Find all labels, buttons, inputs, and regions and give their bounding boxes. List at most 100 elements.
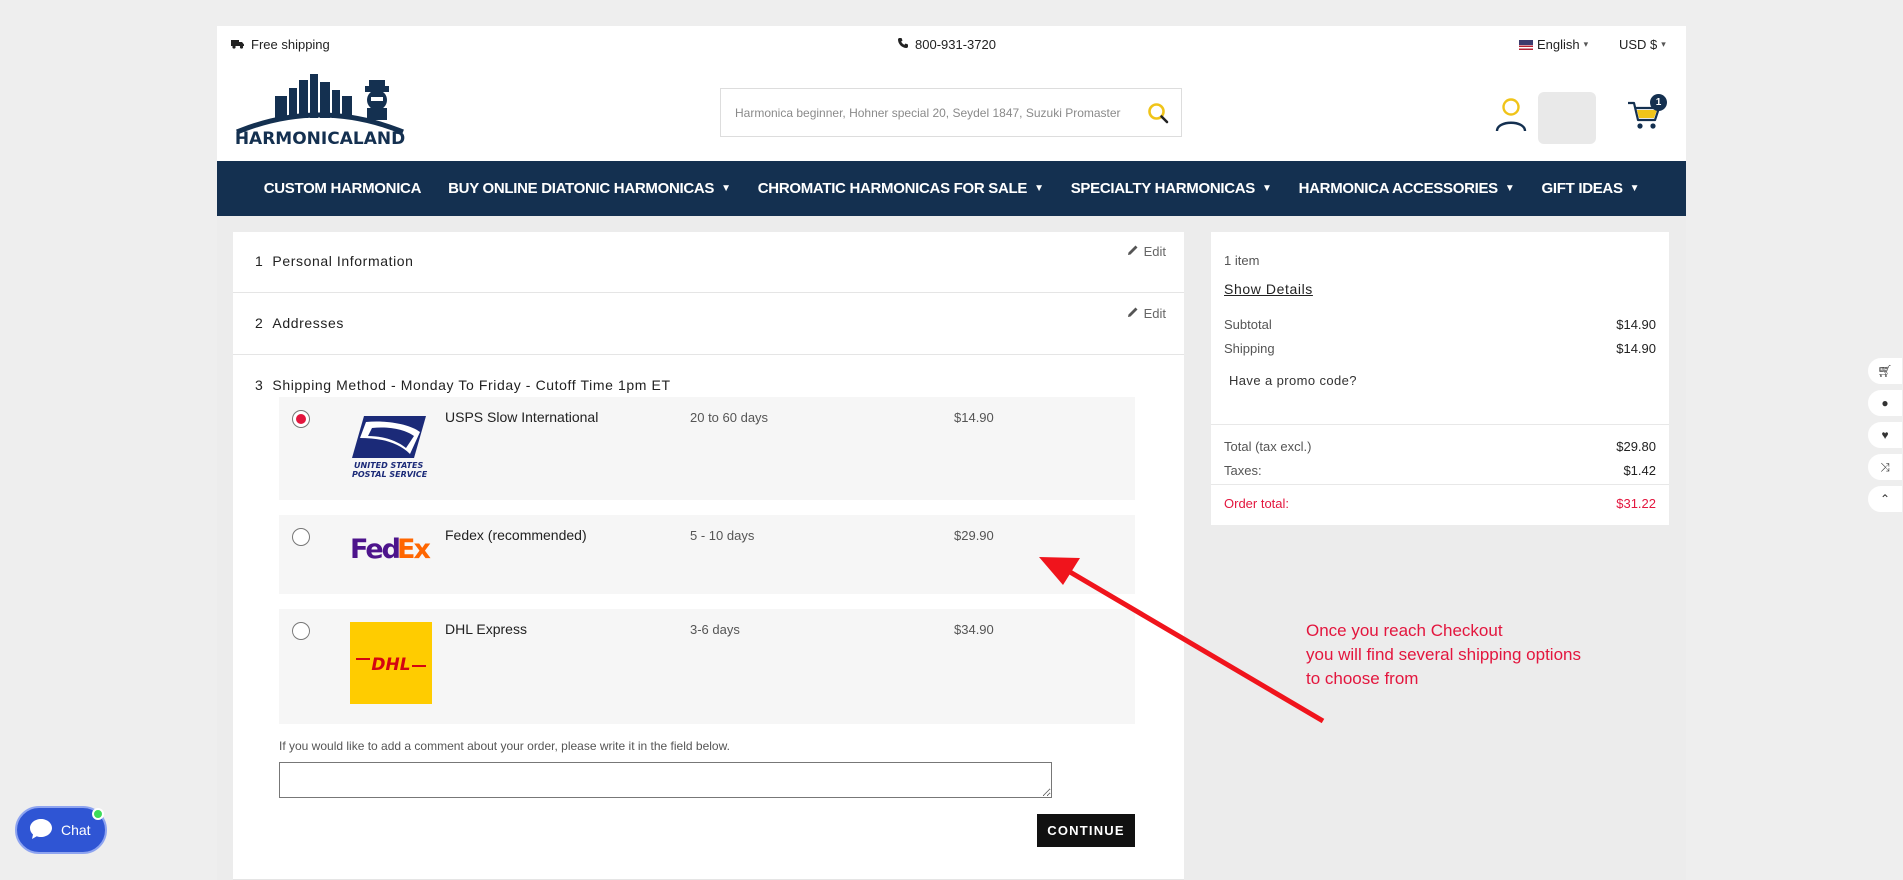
continue-button[interactable]: CONTINUE	[1037, 814, 1135, 847]
shipping-radio-fedex[interactable]	[292, 528, 310, 546]
step-addresses: 2 Addresses Edit	[233, 293, 1184, 355]
step-shipping-method: 3 Shipping Method - Monday To Friday - C…	[233, 355, 1184, 880]
svg-text:Fed: Fed	[350, 534, 400, 563]
site-header: Free shipping 800-931-3720 English ▾ USD…	[217, 26, 1686, 161]
chevron-up-icon: ⌃	[1879, 492, 1891, 506]
step-label: Addresses	[272, 315, 344, 331]
truck-icon	[231, 37, 245, 52]
shipping-label: Shipping	[1224, 341, 1275, 356]
nav-label: HARMONICA ACCESSORIES	[1298, 180, 1499, 197]
edit-addresses-button[interactable]: Edit	[1127, 306, 1166, 321]
side-cart-button[interactable]: 🛒︎	[1867, 357, 1903, 385]
shipping-option-days: 5 - 10 days	[690, 528, 755, 543]
account-button[interactable]	[1494, 96, 1528, 132]
order-total-label: Order total:	[1224, 496, 1290, 511]
shipping-option-days: 20 to 60 days	[690, 410, 769, 425]
svg-text:Ex: Ex	[397, 534, 430, 563]
step-title: 3 Shipping Method - Monday To Friday - C…	[255, 377, 671, 393]
order-comment-textarea[interactable]	[279, 762, 1052, 798]
nav-item-diatonic[interactable]: BUY ONLINE DIATONIC HARMONICAS ▼	[448, 180, 731, 197]
nav-label: CUSTOM HARMONICA	[263, 180, 422, 197]
phone-icon	[897, 37, 909, 52]
annotation-line: you will find several shipping options	[1306, 645, 1581, 664]
side-wishlist-button[interactable]: ♥	[1867, 421, 1903, 449]
annotation-line: to choose from	[1306, 669, 1419, 688]
side-toolbar: 🛒︎ ● ♥ ⤨ ⌃	[1867, 357, 1903, 517]
phone-number: 800-931-3720	[915, 37, 996, 52]
promo-code-link[interactable]: Have a promo code?	[1229, 373, 1357, 388]
cart-icon: 🛒︎	[1877, 364, 1893, 378]
search-input[interactable]	[735, 101, 1135, 125]
language-label: English	[1537, 37, 1580, 52]
side-account-button[interactable]: ●	[1867, 389, 1903, 417]
annotation-text: Once you reach Checkout you will find se…	[1306, 619, 1581, 691]
shipping-option-name: DHL Express	[445, 621, 527, 637]
usps-logo: UNITED STATES POSTAL SERVICE	[350, 414, 430, 485]
search-bar	[720, 88, 1182, 137]
cart-count-badge: 1	[1650, 94, 1667, 111]
nav-item-gift-ideas[interactable]: GIFT IDEAS ▼	[1542, 180, 1640, 197]
step-label: Shipping Method - Monday To Friday - Cut…	[272, 377, 671, 393]
order-total-row: Order total: $31.22	[1224, 496, 1656, 511]
nav-label: GIFT IDEAS	[1541, 180, 1623, 197]
summary-divider	[1211, 484, 1669, 485]
taxes-label: Taxes:	[1224, 463, 1262, 478]
summary-divider	[1211, 424, 1669, 425]
nav-label: SPECIALTY HARMONICAS	[1070, 180, 1256, 197]
side-scroll-top-button[interactable]: ⌃	[1867, 485, 1903, 513]
shuffle-icon: ⤨	[1880, 459, 1890, 474]
search-icon[interactable]	[1146, 101, 1170, 125]
shipping-radio-dhl[interactable]	[292, 622, 310, 640]
order-summary: 1 item Show Details Subtotal $14.90 Ship…	[1211, 232, 1669, 525]
language-selector[interactable]: English ▾	[1519, 37, 1588, 52]
total-excl-value: $29.80	[1616, 439, 1656, 454]
show-details-link[interactable]: Show Details	[1224, 281, 1313, 297]
svg-text:DHL: DHL	[371, 655, 410, 675]
nav-item-custom-harmonica[interactable]: CUSTOM HARMONICA	[263, 180, 422, 197]
step-number: 2	[255, 315, 264, 331]
chat-widget-button[interactable]: Chat	[15, 806, 107, 854]
dhl-logo: DHL	[350, 622, 432, 709]
subtotal-value: $14.90	[1616, 317, 1656, 332]
nav-item-chromatic[interactable]: CHROMATIC HARMONICAS FOR SALE ▼	[758, 180, 1044, 197]
comment-label: If you would like to add a comment about…	[279, 739, 730, 753]
shipping-option-name: Fedex (recommended)	[445, 527, 587, 543]
shipping-value: $14.90	[1616, 341, 1656, 356]
shipping-option-price: $14.90	[954, 410, 994, 425]
free-shipping-label: Free shipping	[251, 37, 330, 52]
total-excl-row: Total (tax excl.) $29.80	[1224, 439, 1656, 454]
shipping-row: Shipping $14.90	[1224, 341, 1656, 356]
step-number: 1	[255, 253, 264, 269]
currency-selector[interactable]: USD $ ▾	[1619, 37, 1666, 52]
step-label: Personal Information	[272, 253, 414, 269]
phone-contact[interactable]: 800-931-3720	[897, 37, 996, 52]
checkout-steps: 1 Personal Information Edit 2 Addresses …	[233, 232, 1184, 880]
shipping-radio-usps[interactable]	[292, 410, 310, 428]
taxes-value: $1.42	[1623, 463, 1656, 478]
shipping-option-fedex[interactable]: Fed Ex Fedex (recommended) 5 - 10 days $…	[279, 515, 1135, 594]
online-status-dot	[92, 808, 104, 820]
nav-label: BUY ONLINE DIATONIC HARMONICAS	[448, 180, 715, 197]
currency-label: USD $	[1619, 37, 1658, 52]
taxes-row: Taxes: $1.42	[1224, 463, 1656, 478]
svg-text:UNITED STATES: UNITED STATES	[354, 461, 423, 470]
edit-personal-info-button[interactable]: Edit	[1127, 244, 1166, 259]
chat-bubble-icon	[29, 818, 53, 843]
chat-label: Chat	[61, 822, 91, 838]
annotation-line: Once you reach Checkout	[1306, 621, 1503, 640]
nav-item-accessories[interactable]: HARMONICA ACCESSORIES ▼	[1299, 180, 1515, 197]
shipping-option-usps[interactable]: UNITED STATES POSTAL SERVICE USPS Slow I…	[279, 397, 1135, 500]
chevron-down-icon: ▼	[1034, 183, 1044, 194]
step-number: 3	[255, 377, 264, 393]
shipping-option-dhl[interactable]: DHL DHL Express 3-6 days $34.90	[279, 609, 1135, 724]
nav-item-specialty[interactable]: SPECIALTY HARMONICAS ▼	[1071, 180, 1272, 197]
site-logo[interactable]: HARMONICALAND	[235, 70, 405, 150]
order-total-value: $31.22	[1616, 496, 1656, 511]
chevron-down-icon: ▼	[721, 183, 731, 194]
pencil-icon	[1127, 306, 1139, 321]
side-compare-button[interactable]: ⤨	[1867, 453, 1903, 481]
edit-label: Edit	[1143, 306, 1166, 321]
pencil-icon	[1127, 244, 1139, 259]
user-icon: ●	[1881, 396, 1889, 410]
nav-label: CHROMATIC HARMONICAS FOR SALE	[757, 180, 1028, 197]
